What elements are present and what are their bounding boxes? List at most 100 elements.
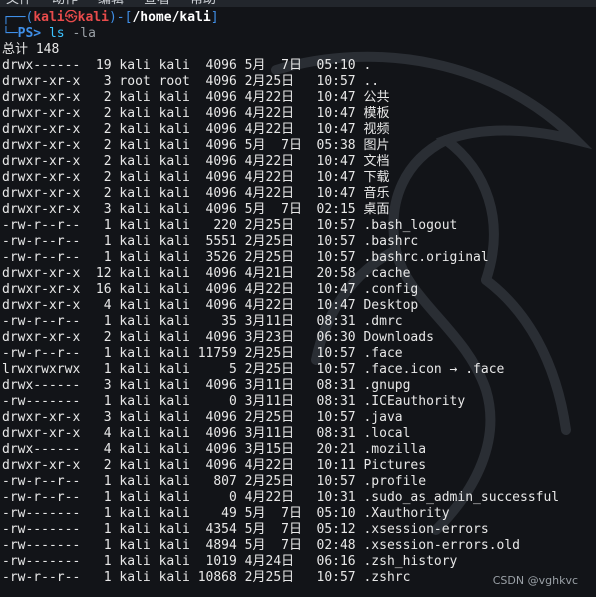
row-size: 220 [197, 218, 237, 233]
row-filename[interactable]: 音乐 [363, 186, 389, 201]
row-permissions: -rw-r--r-- [2, 234, 81, 249]
row-filename[interactable]: .dmrc [363, 314, 402, 329]
row-filename[interactable]: .face.icon → .face [363, 362, 504, 377]
row-size: 1019 [197, 554, 237, 569]
row-filename[interactable]: .ICEauthority [363, 394, 465, 409]
row-filename[interactable]: .xsession-errors.old [363, 538, 520, 553]
row-filename[interactable]: 下载 [363, 170, 389, 185]
row-group: root [158, 74, 190, 89]
row-group: kali [158, 362, 190, 377]
row-date: 3月23日 [244, 330, 295, 345]
row-filename[interactable]: 公共 [363, 90, 389, 105]
row-group: kali [158, 410, 190, 425]
row-owner: kali [119, 506, 151, 521]
listing-row: drwxr-xr-x 3 kali kali 4096 5月 7日 02:15 … [2, 202, 596, 218]
row-filename[interactable]: .local [363, 426, 410, 441]
prompt-host: kali [77, 10, 109, 25]
row-permissions: drwx------ [2, 58, 81, 73]
row-size: 4096 [197, 90, 237, 105]
row-size: 4096 [197, 74, 237, 89]
row-size: 0 [197, 490, 237, 505]
row-filename[interactable]: .zsh_history [363, 554, 457, 569]
row-links: 1 [88, 234, 112, 249]
row-time: 08:31 [316, 378, 356, 393]
row-filename[interactable]: .bashrc [363, 234, 418, 249]
row-links: 2 [88, 154, 112, 169]
listing-row: drwxr-xr-x 4 kali kali 4096 3月11日 08:31 … [2, 426, 596, 442]
listing-row: drwxr-xr-x 2 kali kali 4096 4月22日 10:11 … [2, 458, 596, 474]
listing-row: drwxr-xr-x 4 kali kali 4096 4月22日 10:47 … [2, 298, 596, 314]
row-filename[interactable]: .gnupg [363, 378, 410, 393]
menu-edit[interactable]: 编辑 [98, 0, 124, 7]
command-args: -la [72, 26, 96, 41]
listing-row: drwxr-xr-x 2 kali kali 4096 5月 7日 05:38 … [2, 138, 596, 154]
row-filename[interactable]: .java [363, 410, 402, 425]
row-filename[interactable]: .profile [363, 474, 426, 489]
menu-file[interactable]: 文件 [6, 0, 32, 7]
row-filename[interactable]: Downloads [363, 330, 433, 345]
row-filename[interactable]: .bashrc.original [363, 250, 488, 265]
row-filename[interactable]: .zshrc [363, 570, 410, 585]
row-size: 807 [197, 474, 237, 489]
row-size: 4096 [197, 410, 237, 425]
row-filename[interactable]: .mozilla [363, 442, 426, 457]
row-permissions: drwxr-xr-x [2, 202, 81, 217]
row-group: kali [158, 474, 190, 489]
row-links: 12 [88, 266, 112, 281]
row-owner: kali [119, 250, 151, 265]
row-size: 4096 [197, 186, 237, 201]
menu-view[interactable]: 查看 [144, 0, 170, 7]
row-filename[interactable]: .bash_logout [363, 218, 457, 233]
row-permissions: drwxr-xr-x [2, 106, 81, 121]
terminal-output[interactable]: ┌──(kali㉿kali)-[/home/kali] └─PS> ls -la… [2, 10, 596, 586]
row-time: 10:57 [316, 234, 356, 249]
menu-help[interactable]: 帮助 [190, 0, 216, 7]
row-filename[interactable]: 桌面 [363, 202, 389, 217]
row-filename[interactable]: 图片 [363, 138, 389, 153]
row-permissions: -rw-r--r-- [2, 314, 81, 329]
row-filename[interactable]: .Xauthority [363, 506, 449, 521]
row-time: 05:12 [316, 522, 356, 537]
row-filename[interactable]: . [363, 58, 371, 73]
row-owner: kali [119, 202, 151, 217]
row-owner: kali [119, 106, 151, 121]
row-date: 2月25日 [244, 234, 295, 249]
row-time: 02:48 [316, 538, 356, 553]
row-filename[interactable]: .cache [363, 266, 410, 281]
row-date: 4月22日 [244, 170, 295, 185]
row-size: 4096 [197, 442, 237, 457]
listing-row: -rw-r--r-- 1 kali kali 3526 2月25日 10:57 … [2, 250, 596, 266]
listing-row: -rw------- 1 kali kali 0 3月11日 08:31 .IC… [2, 394, 596, 410]
row-filename[interactable]: .. [363, 74, 379, 89]
csdn-watermark: CSDN @vghkvc [492, 574, 578, 587]
row-date: 2月25日 [244, 410, 295, 425]
row-group: kali [158, 58, 190, 73]
row-size: 4096 [197, 282, 237, 297]
row-filename[interactable]: 模板 [363, 106, 389, 121]
row-time: 10:57 [316, 474, 356, 489]
row-filename[interactable]: Desktop [363, 298, 418, 313]
row-links: 2 [88, 458, 112, 473]
row-filename[interactable]: .face [363, 346, 402, 361]
row-permissions: -rw------- [2, 522, 81, 537]
row-size: 4096 [197, 170, 237, 185]
row-time: 10:57 [316, 362, 356, 377]
row-filename[interactable]: .sudo_as_admin_successful [363, 490, 559, 505]
row-time: 10:31 [316, 490, 356, 505]
menu-action[interactable]: 动作 [52, 0, 78, 7]
row-filename[interactable]: 文档 [363, 154, 389, 169]
row-filename[interactable]: 视频 [363, 122, 389, 137]
row-owner: kali [119, 490, 151, 505]
row-owner: kali [119, 458, 151, 473]
listing-row: drwx------ 4 kali kali 4096 3月15日 20:21 … [2, 442, 596, 458]
row-group: kali [158, 250, 190, 265]
row-filename[interactable]: .xsession-errors [363, 522, 488, 537]
row-permissions: -rw-r--r-- [2, 218, 81, 233]
row-permissions: -rw------- [2, 394, 81, 409]
row-permissions: -rw------- [2, 538, 81, 553]
row-filename[interactable]: Pictures [363, 458, 426, 473]
row-permissions: drwxr-xr-x [2, 122, 81, 137]
listing-row: drwxr-xr-x 2 kali kali 4096 4月22日 10:47 … [2, 170, 596, 186]
row-filename[interactable]: .config [363, 282, 418, 297]
prompt-at-icon: ㉿ [64, 10, 78, 25]
